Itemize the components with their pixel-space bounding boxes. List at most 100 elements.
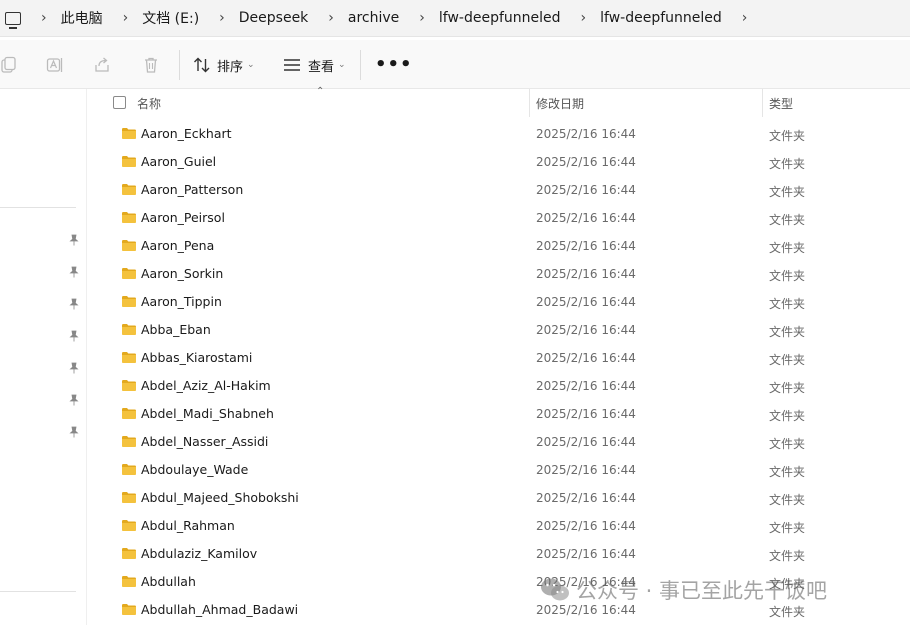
- file-type: 文件夹: [769, 325, 806, 339]
- file-row[interactable]: Aaron_Peirsol 2025/2/16 16:44 文件夹: [87, 204, 910, 232]
- select-all-checkbox[interactable]: [113, 96, 126, 109]
- chevron-right-icon[interactable]: ›: [581, 10, 587, 26]
- file-modified-date: 2025/2/16 16:44: [536, 407, 636, 421]
- chevron-right-icon[interactable]: ›: [419, 10, 425, 26]
- computer-icon[interactable]: [5, 11, 21, 29]
- nav-divider: [0, 207, 76, 208]
- file-type: 文件夹: [769, 521, 806, 535]
- folder-icon: [122, 212, 136, 223]
- share-icon[interactable]: [93, 56, 111, 74]
- file-name[interactable]: Abdullah: [141, 574, 196, 589]
- file-modified-date: 2025/2/16 16:44: [536, 155, 636, 169]
- file-row[interactable]: Aaron_Patterson 2025/2/16 16:44 文件夹: [87, 176, 910, 204]
- pin-icon[interactable]: [69, 266, 79, 278]
- file-name[interactable]: Aaron_Sorkin: [141, 266, 223, 281]
- file-name[interactable]: Aaron_Tippin: [141, 294, 222, 309]
- file-row[interactable]: Abdoulaye_Wade 2025/2/16 16:44 文件夹: [87, 456, 910, 484]
- file-name[interactable]: Abdul_Rahman: [141, 518, 235, 533]
- file-name[interactable]: Abbas_Kiarostami: [141, 350, 252, 365]
- file-type: 文件夹: [769, 157, 806, 171]
- file-row[interactable]: Abba_Eban 2025/2/16 16:44 文件夹: [87, 316, 910, 344]
- column-divider[interactable]: [762, 89, 763, 117]
- file-row[interactable]: Abdel_Aziz_Al-Hakim 2025/2/16 16:44 文件夹: [87, 372, 910, 400]
- file-row[interactable]: Abdul_Rahman 2025/2/16 16:44 文件夹: [87, 512, 910, 540]
- file-row[interactable]: Abdulaziz_Kamilov 2025/2/16 16:44 文件夹: [87, 540, 910, 568]
- file-type: 文件夹: [769, 269, 806, 283]
- pin-icon[interactable]: [69, 298, 79, 310]
- file-row[interactable]: Aaron_Sorkin 2025/2/16 16:44 文件夹: [87, 260, 910, 288]
- chevron-right-icon[interactable]: ›: [219, 10, 225, 26]
- file-name[interactable]: Abba_Eban: [141, 322, 211, 337]
- file-type: 文件夹: [769, 129, 806, 143]
- pin-icon[interactable]: [69, 426, 79, 438]
- watermark-text: 公众号 · 事已至此先干饭吧: [576, 579, 828, 603]
- file-row[interactable]: Aaron_Pena 2025/2/16 16:44 文件夹: [87, 232, 910, 260]
- breadcrumb-this-pc[interactable]: 此电脑: [61, 8, 103, 28]
- pin-icon[interactable]: [69, 362, 79, 374]
- delete-icon[interactable]: [142, 56, 160, 74]
- file-name[interactable]: Abdel_Nasser_Assidi: [141, 434, 268, 449]
- file-modified-date: 2025/2/16 16:44: [536, 127, 636, 141]
- file-name[interactable]: Aaron_Eckhart: [141, 126, 232, 141]
- file-name[interactable]: Abdel_Aziz_Al-Hakim: [141, 378, 271, 393]
- folder-icon: [122, 324, 136, 335]
- file-row[interactable]: Abdel_Nasser_Assidi 2025/2/16 16:44 文件夹: [87, 428, 910, 456]
- chevron-right-icon[interactable]: ›: [742, 10, 748, 26]
- folder-icon: [122, 436, 136, 447]
- file-name[interactable]: Aaron_Guiel: [141, 154, 216, 169]
- sort-ascending-icon: ⌃: [316, 86, 325, 97]
- folder-icon: [122, 548, 136, 559]
- file-type: 文件夹: [769, 381, 806, 395]
- folder-icon: [122, 604, 136, 615]
- file-modified-date: 2025/2/16 16:44: [536, 519, 636, 533]
- file-name[interactable]: Abdullah_Ahmad_Badawi: [141, 602, 298, 617]
- file-name[interactable]: Aaron_Patterson: [141, 182, 243, 197]
- column-date-header[interactable]: 修改日期: [536, 95, 584, 112]
- sort-button[interactable]: 排序 ⌄: [193, 53, 255, 77]
- file-type: 文件夹: [769, 297, 806, 311]
- column-type-header[interactable]: 类型: [769, 95, 793, 112]
- folder-icon: [122, 576, 136, 587]
- file-name[interactable]: Abdel_Madi_Shabneh: [141, 406, 274, 421]
- file-name[interactable]: Abdul_Majeed_Shobokshi: [141, 490, 299, 505]
- file-row[interactable]: Abdul_Majeed_Shobokshi 2025/2/16 16:44 文件夹: [87, 484, 910, 512]
- breadcrumb-deepseek[interactable]: Deepseek: [239, 10, 309, 26]
- address-bar[interactable]: › 此电脑 › 文档 (E:) › Deepseek › archive › l…: [0, 0, 910, 37]
- file-modified-date: 2025/2/16 16:44: [536, 295, 636, 309]
- view-button[interactable]: 查看 ⌄: [283, 53, 346, 77]
- folder-icon: [122, 268, 136, 279]
- pin-icon[interactable]: [69, 394, 79, 406]
- view-icon: [284, 59, 300, 71]
- copy-icon[interactable]: [0, 56, 18, 74]
- chevron-down-icon: ⌄: [247, 60, 255, 70]
- breadcrumb: › 此电脑 › 文档 (E:) › Deepseek › archive › l…: [0, 0, 761, 36]
- rename-icon[interactable]: [46, 56, 64, 74]
- nav-divider: [0, 591, 76, 592]
- more-options-button[interactable]: •••: [375, 54, 413, 75]
- chevron-right-icon[interactable]: ›: [41, 10, 47, 26]
- breadcrumb-drive-e[interactable]: 文档 (E:): [142, 8, 199, 28]
- file-modified-date: 2025/2/16 16:44: [536, 435, 636, 449]
- column-name-header[interactable]: 名称: [137, 95, 161, 112]
- view-label: 查看: [308, 59, 335, 75]
- pin-icon[interactable]: [69, 234, 79, 246]
- pin-icon[interactable]: [69, 330, 79, 342]
- breadcrumb-archive[interactable]: archive: [348, 10, 399, 26]
- wechat-icon: [541, 578, 569, 601]
- column-divider[interactable]: [529, 89, 530, 117]
- file-row[interactable]: Aaron_Guiel 2025/2/16 16:44 文件夹: [87, 148, 910, 176]
- file-name[interactable]: Aaron_Peirsol: [141, 210, 225, 225]
- file-row[interactable]: Aaron_Eckhart 2025/2/16 16:44 文件夹: [87, 120, 910, 148]
- chevron-right-icon[interactable]: ›: [328, 10, 334, 26]
- file-modified-date: 2025/2/16 16:44: [536, 183, 636, 197]
- file-row[interactable]: Abbas_Kiarostami 2025/2/16 16:44 文件夹: [87, 344, 910, 372]
- file-name[interactable]: Aaron_Pena: [141, 238, 214, 253]
- file-type: 文件夹: [769, 409, 806, 423]
- file-name[interactable]: Abdulaziz_Kamilov: [141, 546, 257, 561]
- file-row[interactable]: Abdel_Madi_Shabneh 2025/2/16 16:44 文件夹: [87, 400, 910, 428]
- breadcrumb-lfw-deepfunneled-current[interactable]: lfw-deepfunneled: [600, 10, 722, 26]
- file-row[interactable]: Aaron_Tippin 2025/2/16 16:44 文件夹: [87, 288, 910, 316]
- breadcrumb-lfw-deepfunneled[interactable]: lfw-deepfunneled: [439, 10, 561, 26]
- chevron-right-icon[interactable]: ›: [123, 10, 129, 26]
- file-name[interactable]: Abdoulaye_Wade: [141, 462, 248, 477]
